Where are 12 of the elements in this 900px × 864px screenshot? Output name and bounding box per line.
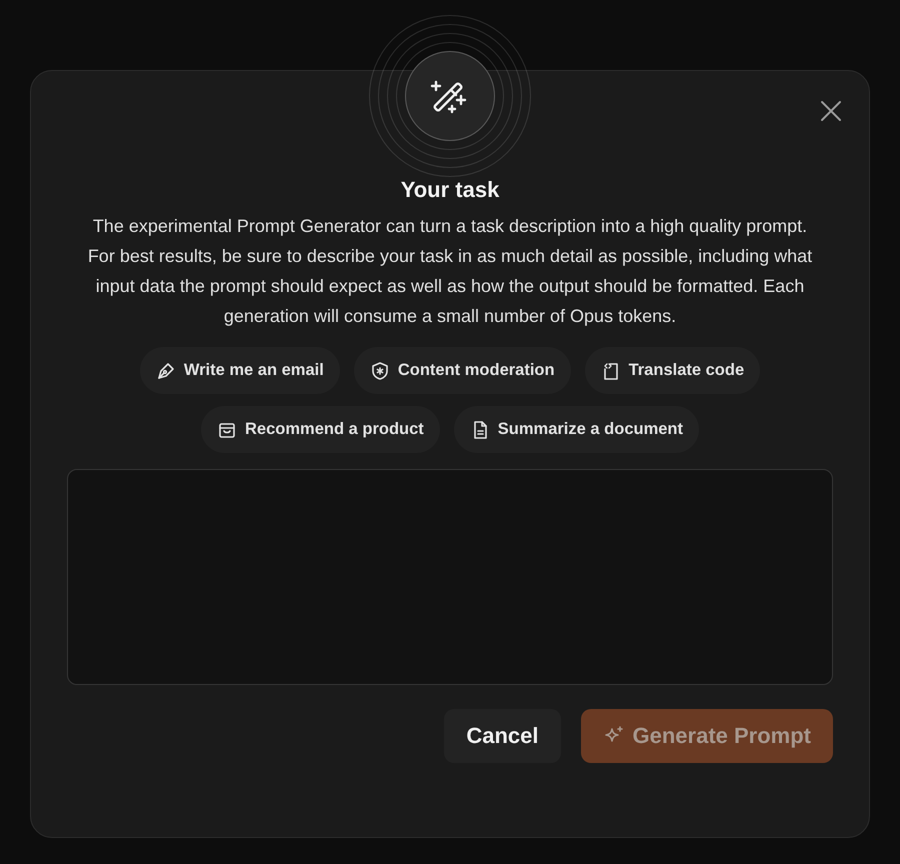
close-button[interactable] (819, 99, 843, 123)
suggestion-chip[interactable]: Translate code (584, 347, 760, 394)
dialog-description: The experimental Prompt Generator can turn a task description into a high quality prompt. For best results, be sure to describe your task in as much detail as possible, including what input data the prompt should expect as well as how the output should be formatted. Each generation will consume a small number of Opus tokens. (86, 215, 814, 328)
cancel-button[interactable]: Cancel (444, 708, 560, 763)
task-input-field[interactable] (67, 468, 833, 685)
suggestion-chip[interactable]: Content moderation (354, 347, 571, 394)
shield-icon (370, 360, 390, 381)
suggestion-chip[interactable]: Recommend a product (201, 406, 440, 453)
suggestion-chip[interactable]: Write me an email (140, 347, 340, 394)
pen-icon (156, 360, 176, 381)
dialog-title: Your task (400, 177, 500, 204)
suggestion-chip[interactable]: Summarize a document (454, 406, 699, 453)
